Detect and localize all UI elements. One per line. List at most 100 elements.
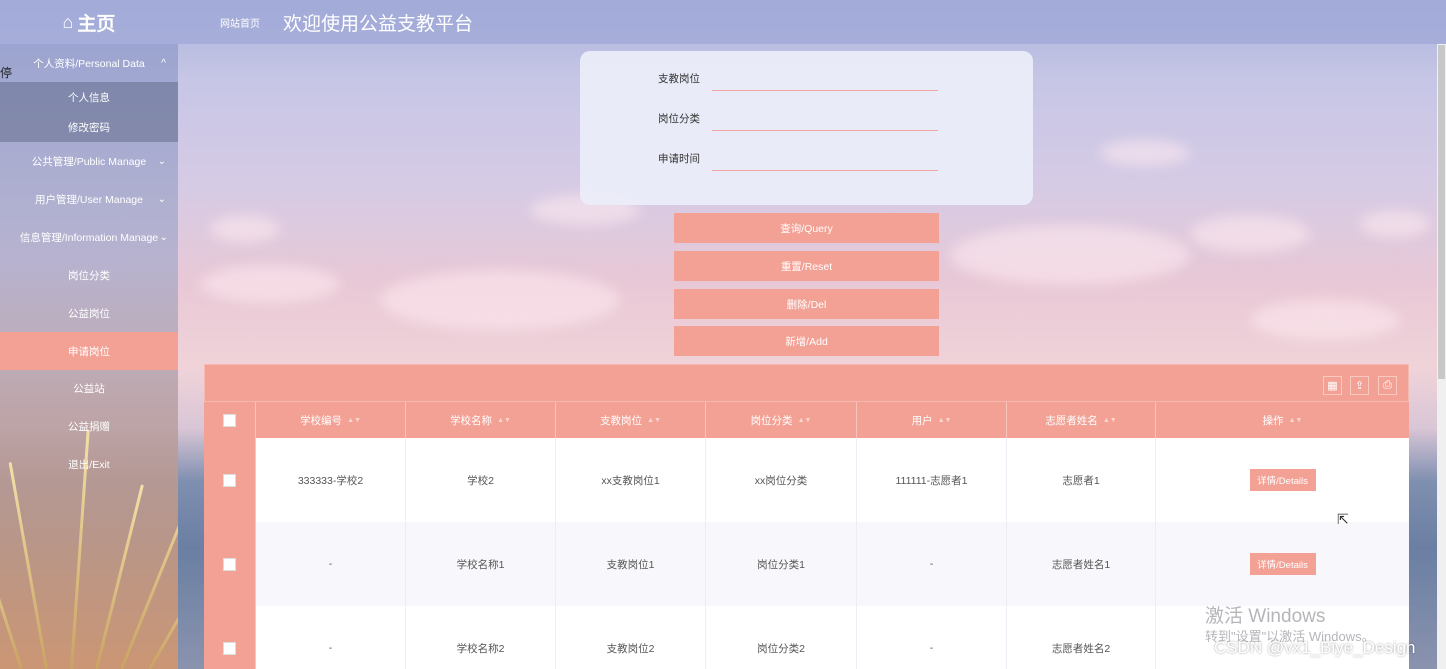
page-scrollbar[interactable] (1437, 44, 1446, 669)
sidebar: 个人资料/Personal Data ^ 个人信息 修改密码 公共管理/Publ… (0, 44, 178, 669)
csdn-watermark: CSDN @vx1_Biye_Design (1214, 638, 1416, 657)
sort-icon: ▲▼ (647, 416, 661, 424)
sidebar-item-label: 岗位分类 (68, 269, 110, 282)
query-button[interactable]: 查询/Query (674, 213, 939, 243)
cell-post: xx支教岗位1 (556, 438, 706, 522)
column-header-label: 支教岗位 (600, 414, 643, 427)
sidebar-item-post-category[interactable]: 岗位分类 (0, 256, 178, 294)
reset-button[interactable]: 重置/Reset (674, 251, 939, 281)
sidebar-item-label: 申请岗位 (68, 345, 110, 358)
cloud-decoration (1360, 210, 1430, 238)
sidebar-item-label: 公益岗位 (68, 307, 110, 320)
select-all-checkbox[interactable] (223, 413, 236, 427)
brand-home-link[interactable]: ⌂ 主页 (0, 0, 178, 44)
cell-category: 岗位分类1 (706, 522, 857, 606)
sidebar-item-label: 用户管理/User Manage (35, 193, 143, 206)
details-button[interactable]: 详情/Details (1249, 469, 1316, 491)
cloud-decoration (1190, 215, 1310, 253)
row-select-cell (204, 522, 256, 606)
stray-char: 停 (0, 66, 13, 80)
cell-post: 支教岗位2 (556, 606, 706, 669)
column-header-actions[interactable]: 操作 ▲▼ (1156, 402, 1409, 438)
table-row: - 学校名称1 支教岗位1 岗位分类1 - 志愿者姓名1 详情/Details (204, 522, 1409, 606)
cell-category: xx岗位分类 (706, 438, 857, 522)
row-select-cell (204, 438, 256, 522)
chevron-down-icon: ⌄ (157, 193, 166, 205)
chevron-down-icon: ⌄ (159, 231, 168, 243)
sidebar-item-apply-post[interactable]: 申请岗位 (0, 332, 178, 370)
row-checkbox[interactable] (223, 557, 236, 571)
apply-time-field-label: 申请时间 (658, 153, 700, 165)
sidebar-item-public-station[interactable]: 公益站 (0, 369, 178, 407)
column-header-school-name[interactable]: 学校名称 ▲▼ (406, 402, 556, 438)
row-select-cell (204, 606, 256, 669)
sidebar-item-label: 公共管理/Public Manage (31, 155, 147, 168)
grass-decoration (95, 484, 144, 669)
grid-icon[interactable]: ▦ (1323, 376, 1342, 395)
sidebar-item-personal-data[interactable]: 个人资料/Personal Data ^ (0, 44, 178, 82)
cell-actions: 详情/Details (1156, 522, 1409, 606)
cloud-decoration (950, 225, 1190, 285)
sidebar-item-public-post[interactable]: 公益岗位 (0, 294, 178, 332)
cell-user: - (857, 522, 1007, 606)
column-header-post[interactable]: 支教岗位 ▲▼ (556, 402, 706, 438)
sidebar-item-information-manage[interactable]: 信息管理/Information Manage ⌄ (0, 218, 178, 256)
cell-school-name: 学校2 (406, 438, 556, 522)
column-header-volunteer[interactable]: 志愿者姓名 ▲▼ (1007, 402, 1156, 438)
column-header-label: 志愿者姓名 (1045, 414, 1098, 427)
sidebar-item-label: 修改密码 (68, 121, 110, 134)
scrollbar-thumb[interactable] (1438, 45, 1445, 379)
column-header-school-id[interactable]: 学校编号 ▲▼ (256, 402, 406, 438)
sort-icon: ▲▼ (347, 416, 361, 424)
grass-decoration (0, 516, 23, 669)
cell-school-id: - (256, 522, 406, 606)
sort-icon: ▲▼ (937, 416, 952, 424)
category-field-label: 岗位分类 (658, 113, 700, 125)
column-header-category[interactable]: 岗位分类 ▲▼ (706, 402, 857, 438)
cell-actions: 详情/Details (1156, 438, 1409, 522)
sidebar-item-change-password[interactable]: 修改密码 (0, 112, 178, 142)
cloud-decoration (210, 215, 280, 243)
cell-volunteer: 志愿者姓名2 (1007, 606, 1156, 669)
cell-user: 111111-志愿者1 (857, 438, 1007, 522)
column-header-label: 学校编号 (300, 414, 343, 427)
cell-user: - (857, 606, 1007, 669)
sidebar-item-personal-info[interactable]: 个人信息 (0, 82, 178, 112)
nav-home-link[interactable]: 网站首页 (220, 15, 260, 30)
search-panel: 支教岗位 岗位分类 申请时间 (580, 51, 1033, 205)
table-header: 学校编号 ▲▼ 学校名称 ▲▼ 支教岗位 ▲▼ 岗位分类 ▲▼ 用户 ▲▼ 志愿者姓名 ▲▼… (204, 402, 1409, 438)
row-checkbox[interactable] (223, 473, 236, 487)
cloud-decoration (1100, 140, 1190, 166)
delete-button[interactable]: 删除/Del (674, 289, 939, 319)
sidebar-item-donation[interactable]: 公益捐赠 (0, 407, 178, 445)
apply-time-field[interactable] (712, 151, 938, 171)
column-header-user[interactable]: 用户 ▲▼ (857, 402, 1007, 438)
details-button[interactable]: 详情/Details (1249, 553, 1316, 575)
sidebar-item-label: 退出/Exit (68, 458, 110, 471)
mouse-cursor-icon: ⇱ (1337, 511, 1349, 527)
category-field[interactable] (712, 111, 938, 131)
cloud-decoration (1250, 300, 1400, 340)
add-button[interactable]: 新增/Add (674, 326, 939, 356)
sort-icon: ▲▼ (797, 416, 812, 424)
sidebar-item-exit[interactable]: 退出/Exit (0, 445, 178, 483)
chevron-down-icon: ⌄ (157, 155, 166, 167)
cell-school-name: 学校名称2 (406, 606, 556, 669)
sidebar-item-label: 个人资料/Personal Data (33, 57, 145, 70)
page-title: 欢迎使用公益支教平台 (283, 14, 474, 35)
export-icon[interactable]: ⇪ (1350, 376, 1369, 395)
sidebar-item-user-manage[interactable]: 用户管理/User Manage ⌄ (0, 180, 178, 218)
cell-school-id: - (256, 606, 406, 669)
grass-decoration (8, 461, 48, 669)
chevron-up-icon: ^ (161, 57, 166, 69)
row-checkbox[interactable] (223, 641, 236, 655)
sort-icon: ▲▼ (497, 416, 511, 424)
sort-icon: ▲▼ (1288, 416, 1303, 424)
cell-category: 岗位分类2 (706, 606, 857, 669)
top-header (0, 0, 1446, 44)
sidebar-item-public-manage[interactable]: 公共管理/Public Manage ⌄ (0, 142, 178, 180)
print-icon[interactable]: ⎙ (1378, 376, 1397, 395)
table-toolbar: ▦ ⇪ ⎙ (204, 364, 1409, 402)
post-field[interactable] (712, 71, 938, 91)
cloud-decoration (200, 265, 340, 303)
